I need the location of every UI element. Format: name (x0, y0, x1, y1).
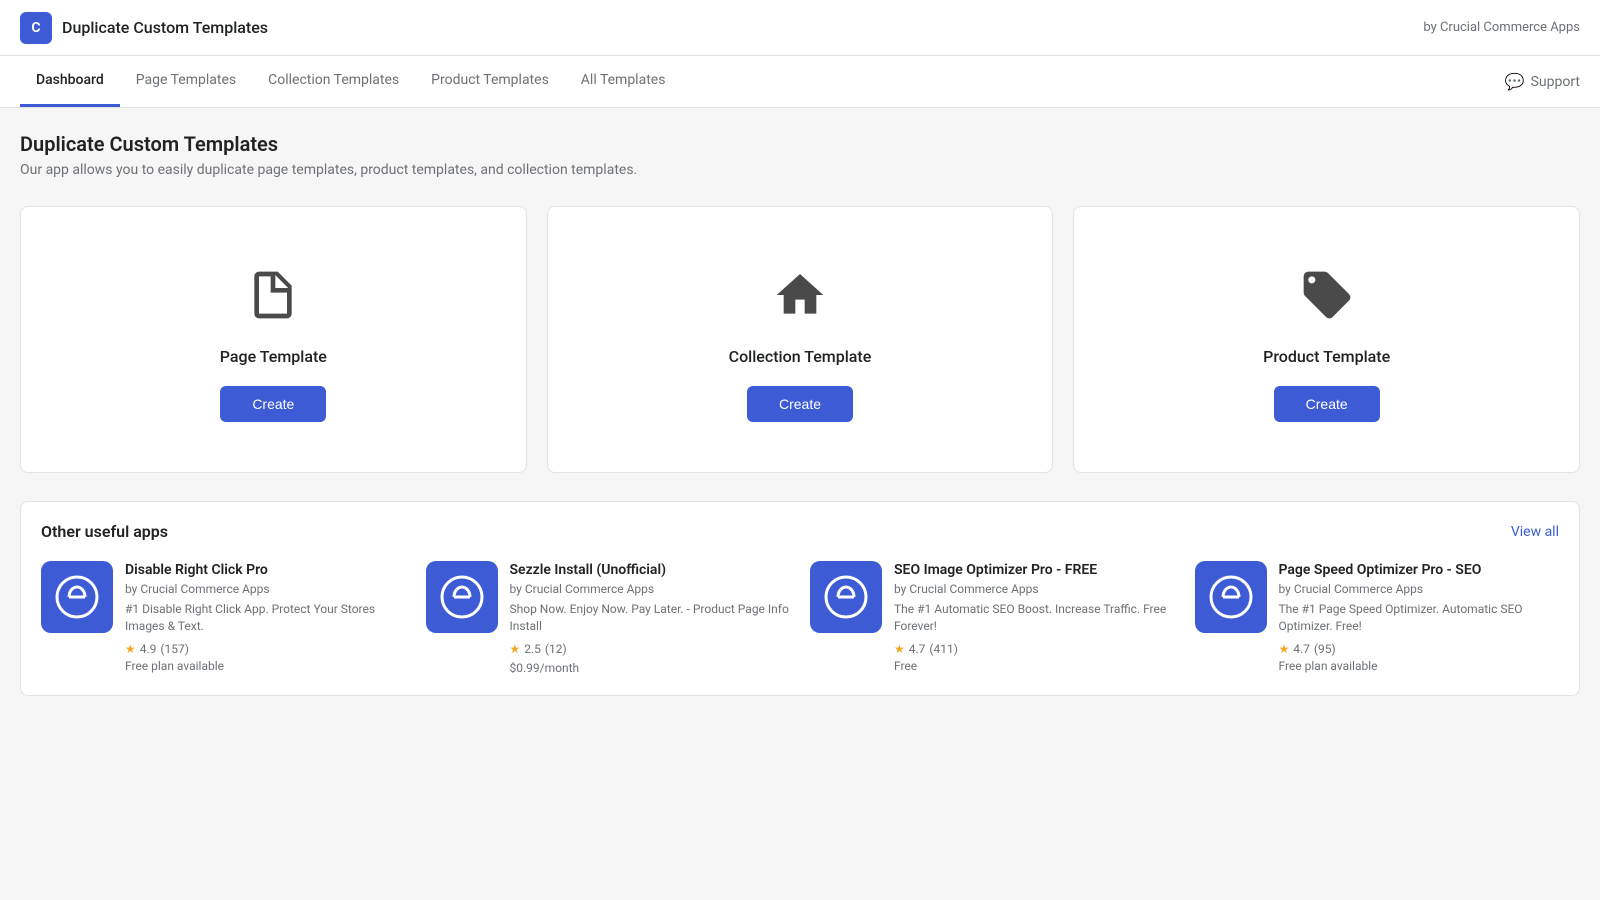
app-name-seo-image-optimizer: SEO Image Optimizer Pro - FREE (894, 561, 1175, 579)
app-plan-disable-right-click: Free plan available (125, 659, 406, 673)
app-logo-sezzle-install (426, 561, 498, 633)
top-bar-right: by Crucial Commerce Apps (1423, 20, 1580, 35)
rating-value: 4.9 (140, 642, 157, 656)
app-name-disable-right-click: Disable Right Click Pro (125, 561, 406, 579)
app-plan-page-speed-optimizer: Free plan available (1279, 659, 1560, 673)
app-icon: C (20, 12, 52, 44)
page-heading: Duplicate Custom Templates (20, 132, 1580, 156)
star-icon: ★ (510, 642, 521, 656)
rating-value: 4.7 (909, 642, 926, 656)
app-author-disable-right-click: by Crucial Commerce Apps (125, 582, 406, 596)
top-bar: C Duplicate Custom Templates by Crucial … (0, 0, 1600, 56)
page-template-card: Page Template Create (20, 206, 527, 473)
app-name-sezzle-install: Sezzle Install (Unofficial) (510, 561, 791, 579)
app-price-sezzle-install: $0.99/month (510, 661, 791, 675)
review-count: (95) (1314, 642, 1336, 656)
review-count: (411) (929, 642, 958, 656)
app-card-page-speed-optimizer: Page Speed Optimizer Pro - SEO by Crucia… (1195, 561, 1560, 675)
nav-tabs: Dashboard Page Templates Collection Temp… (0, 56, 1600, 108)
app-logo-disable-right-click (41, 561, 113, 633)
app-info-page-speed-optimizer: Page Speed Optimizer Pro - SEO by Crucia… (1279, 561, 1560, 675)
page-template-icon (245, 267, 301, 327)
app-title: Duplicate Custom Templates (62, 18, 268, 37)
star-icon: ★ (125, 642, 136, 656)
page-description: Our app allows you to easily duplicate p… (20, 162, 1580, 178)
tab-page-templates[interactable]: Page Templates (120, 56, 252, 107)
app-desc-sezzle-install: Shop Now. Enjoy Now. Pay Later. - Produc… (510, 601, 791, 635)
app-logo-page-speed-optimizer (1195, 561, 1267, 633)
product-template-create-button[interactable]: Create (1274, 386, 1380, 422)
review-count: (157) (160, 642, 189, 656)
app-name-page-speed-optimizer: Page Speed Optimizer Pro - SEO (1279, 561, 1560, 579)
app-rating-page-speed-optimizer: ★ 4.7 (95) (1279, 642, 1560, 656)
apps-section-header: Other useful apps View all (41, 522, 1559, 541)
collection-template-create-button[interactable]: Create (747, 386, 853, 422)
app-info-sezzle-install: Sezzle Install (Unofficial) by Crucial C… (510, 561, 791, 675)
nav-tabs-left: Dashboard Page Templates Collection Temp… (20, 56, 681, 107)
app-rating-seo-image-optimizer: ★ 4.7 (411) (894, 642, 1175, 656)
app-card-sezzle-install: Sezzle Install (Unofficial) by Crucial C… (426, 561, 791, 675)
rating-value: 2.5 (524, 642, 541, 656)
apps-section-title: Other useful apps (41, 522, 168, 541)
collection-template-card: Collection Template Create (547, 206, 1054, 473)
tab-all-templates[interactable]: All Templates (565, 56, 682, 107)
product-template-icon (1299, 267, 1355, 327)
top-bar-left: C Duplicate Custom Templates (20, 12, 268, 44)
app-info-disable-right-click: Disable Right Click Pro by Crucial Comme… (125, 561, 406, 675)
collection-template-name: Collection Template (729, 347, 872, 366)
star-icon: ★ (894, 642, 905, 656)
app-info-seo-image-optimizer: SEO Image Optimizer Pro - FREE by Crucia… (894, 561, 1175, 675)
page-template-name: Page Template (220, 347, 327, 366)
product-template-name: Product Template (1263, 347, 1390, 366)
tab-product-templates[interactable]: Product Templates (415, 56, 565, 107)
app-author-sezzle-install: by Crucial Commerce Apps (510, 582, 791, 596)
apps-section: Other useful apps View all Disable Rig (20, 501, 1580, 696)
app-rating-disable-right-click: ★ 4.9 (157) (125, 642, 406, 656)
app-logo-seo-image-optimizer (810, 561, 882, 633)
app-author-seo-image-optimizer: by Crucial Commerce Apps (894, 582, 1175, 596)
template-cards: Page Template Create Collection Template… (20, 206, 1580, 473)
app-rating-sezzle-install: ★ 2.5 (12) (510, 642, 791, 656)
app-desc-page-speed-optimizer: The #1 Page Speed Optimizer. Automatic S… (1279, 601, 1560, 635)
app-desc-seo-image-optimizer: The #1 Automatic SEO Boost. Increase Tra… (894, 601, 1175, 635)
product-template-card: Product Template Create (1073, 206, 1580, 473)
app-card-seo-image-optimizer: SEO Image Optimizer Pro - FREE by Crucia… (810, 561, 1175, 675)
support-label: Support (1531, 74, 1580, 90)
star-icon: ★ (1279, 642, 1290, 656)
app-plan-seo-image-optimizer: Free (894, 659, 1175, 673)
app-author-page-speed-optimizer: by Crucial Commerce Apps (1279, 582, 1560, 596)
page-template-create-button[interactable]: Create (220, 386, 326, 422)
main-content: Duplicate Custom Templates Our app allow… (0, 108, 1600, 720)
tab-collection-templates[interactable]: Collection Templates (252, 56, 415, 107)
apps-grid: Disable Right Click Pro by Crucial Comme… (41, 561, 1559, 675)
view-all-link[interactable]: View all (1511, 524, 1559, 540)
rating-value: 4.7 (1293, 642, 1310, 656)
chat-icon: 💬 (1505, 72, 1525, 91)
support-link[interactable]: 💬 Support (1505, 72, 1580, 91)
app-card-disable-right-click: Disable Right Click Pro by Crucial Comme… (41, 561, 406, 675)
collection-template-icon (772, 267, 828, 327)
page-title: Duplicate Custom Templates (20, 132, 1580, 156)
review-count: (12) (545, 642, 567, 656)
tab-dashboard[interactable]: Dashboard (20, 56, 120, 107)
app-desc-disable-right-click: #1 Disable Right Click App. Protect Your… (125, 601, 406, 635)
